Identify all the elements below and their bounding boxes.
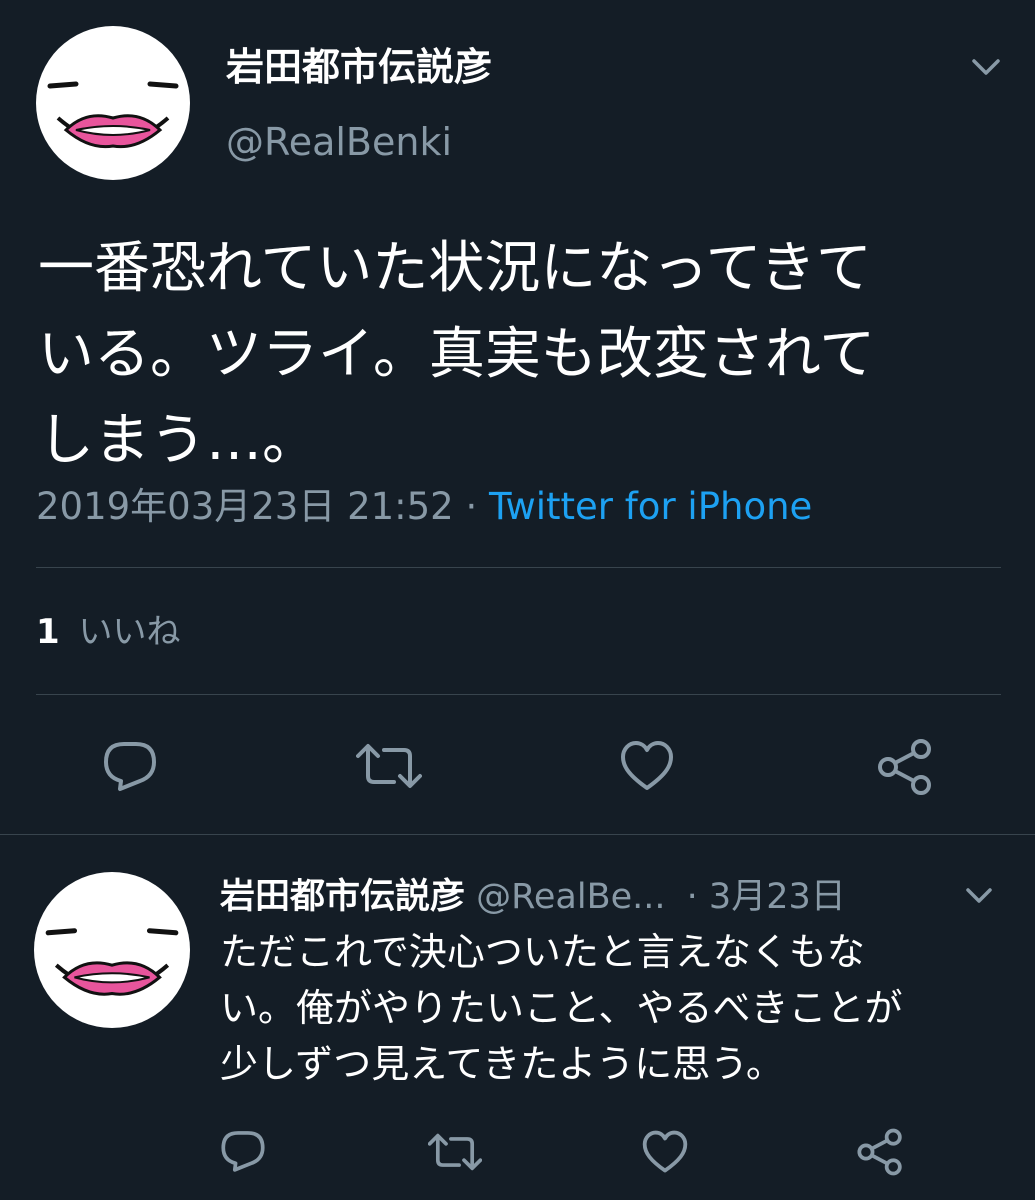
tweet-separator — [0, 834, 1035, 835]
chevron-down-icon[interactable] — [964, 886, 994, 906]
tweet-text-line: いる。ツライ。真実も改変されて — [38, 322, 876, 387]
user-handle[interactable]: @RealBe... — [476, 877, 665, 917]
heart-icon[interactable] — [642, 1130, 688, 1174]
like-label: いいね — [78, 612, 181, 652]
avatar[interactable] — [36, 26, 190, 180]
share-icon[interactable] — [876, 738, 934, 796]
tweet-date[interactable]: · 3月23日 — [687, 877, 846, 917]
heart-icon[interactable] — [620, 740, 674, 792]
reply-header: 岩田都市伝説彦 @RealBe... · 3月23日 — [220, 874, 846, 920]
divider — [36, 694, 1001, 695]
reply-text-line: 少しずつ見えてきたように思う。 — [220, 1042, 784, 1086]
timestamp[interactable]: 2019年03月23日 21:52 — [36, 485, 454, 528]
display-name[interactable]: 岩田都市伝説彦 — [220, 877, 465, 917]
tweet-text: 一番恐れていた状況になってきて いる。ツライ。真実も改変されて しまう…。 — [38, 226, 875, 484]
avatar[interactable] — [34, 872, 190, 1028]
like-count: 1 — [36, 612, 60, 652]
chevron-down-icon[interactable] — [970, 56, 1002, 78]
user-handle[interactable]: @RealBenki — [226, 118, 452, 166]
reply-icon[interactable] — [102, 738, 158, 794]
reply-text: ただこれで決心ついたと言えなくもな い。俺がやりたいこと、やるべきことが 少しず… — [220, 924, 902, 1092]
reply-text-line: ただこれで決心ついたと言えなくもな — [220, 930, 865, 974]
retweet-icon[interactable] — [356, 742, 422, 790]
tweet-text-line: 一番恐れていた状況になってきて — [38, 236, 872, 301]
like-stats[interactable]: 1 いいね — [36, 610, 180, 654]
retweet-icon[interactable] — [428, 1132, 482, 1172]
tweet-meta: 2019年03月23日 21:52 · Twitter for iPhone — [36, 484, 812, 530]
source-link[interactable]: Twitter for iPhone — [489, 485, 812, 528]
display-name[interactable]: 岩田都市伝説彦 — [226, 42, 492, 92]
share-icon[interactable] — [856, 1128, 904, 1176]
meta-separator: · — [453, 485, 490, 528]
reply-icon[interactable] — [220, 1128, 266, 1174]
reply-text-line: い。俺がやりたいこと、やるべきことが — [220, 986, 903, 1030]
divider — [36, 567, 1001, 568]
tweet-text-line: しまう…。 — [38, 408, 318, 473]
